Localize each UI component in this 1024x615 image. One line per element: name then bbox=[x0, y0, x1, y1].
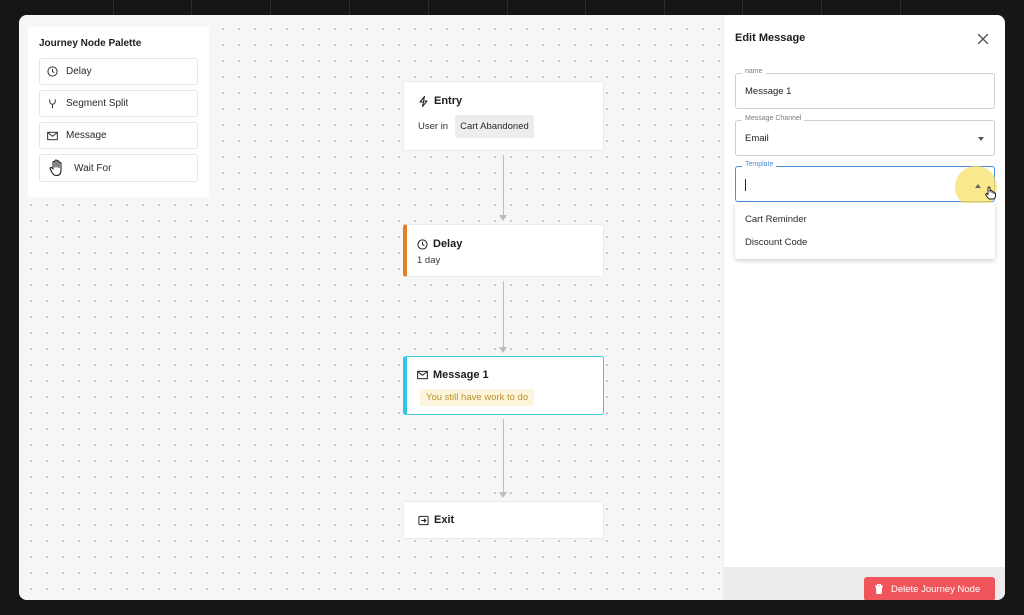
channel-field-value: Email bbox=[745, 133, 769, 144]
top-grid bbox=[0, 0, 1024, 15]
text-cursor bbox=[745, 179, 746, 191]
palette-item-delay[interactable]: Delay bbox=[39, 58, 198, 85]
close-icon bbox=[977, 33, 989, 45]
exit-node[interactable]: Exit bbox=[403, 501, 604, 539]
template-option[interactable]: Discount Code bbox=[745, 237, 807, 248]
arrow-head bbox=[499, 492, 507, 498]
delete-node-button[interactable]: Delete Journey Node bbox=[864, 577, 995, 600]
message-channel-select[interactable]: Message Channel Email bbox=[735, 115, 995, 156]
entry-node[interactable]: Entry User in Cart Abandoned bbox=[403, 81, 604, 151]
panel-footer: Delete Journey Node bbox=[724, 567, 1005, 600]
node-palette: Journey Node Palette Delay Segment Split… bbox=[28, 27, 209, 197]
palette-item-label: Wait For bbox=[74, 162, 112, 174]
journey-canvas[interactable]: Journey Node Palette Delay Segment Split… bbox=[19, 15, 723, 600]
edge-delay-message bbox=[503, 281, 504, 347]
template-field-label: Template bbox=[742, 161, 777, 168]
app-window: Journey Node Palette Delay Segment Split… bbox=[19, 15, 1005, 600]
panel-title: Edit Message bbox=[735, 32, 806, 44]
segment-chip: Cart Abandoned bbox=[455, 115, 534, 138]
template-option[interactable]: Cart Reminder bbox=[745, 214, 807, 225]
hand-icon bbox=[48, 159, 64, 177]
mail-icon bbox=[417, 370, 428, 381]
arrow-head bbox=[499, 347, 507, 353]
lightning-icon bbox=[418, 95, 429, 107]
exit-icon bbox=[418, 515, 429, 526]
node-title: Exit bbox=[434, 514, 455, 526]
clock-icon bbox=[46, 66, 58, 78]
warning-badge: You still have work to do bbox=[420, 389, 535, 406]
delay-node[interactable]: Delay 1 day bbox=[403, 224, 604, 277]
palette-item-wait-for[interactable]: Wait For bbox=[39, 154, 198, 182]
node-title: Message 1 bbox=[433, 369, 489, 381]
close-button[interactable] bbox=[976, 32, 990, 46]
mail-icon bbox=[46, 130, 58, 142]
channel-field-label: Message Channel bbox=[742, 115, 805, 122]
palette-item-label: Message bbox=[66, 130, 107, 141]
message-node[interactable]: Message 1 You still have work to do bbox=[403, 356, 604, 415]
name-field-value: Message 1 bbox=[745, 86, 792, 97]
edit-panel: Edit Message name Message 1 Message Chan… bbox=[723, 15, 1005, 600]
entry-prefix: User in bbox=[418, 121, 449, 132]
edge-entry-delay bbox=[503, 155, 504, 217]
chevron-down-icon bbox=[978, 137, 984, 141]
palette-title: Journey Node Palette bbox=[39, 38, 142, 49]
name-field[interactable]: name Message 1 bbox=[735, 68, 995, 109]
palette-item-label: Delay bbox=[66, 66, 92, 77]
template-dropdown: Cart Reminder Discount Code bbox=[735, 203, 995, 259]
fork-icon bbox=[46, 98, 58, 110]
node-title: Entry bbox=[434, 95, 463, 107]
edge-message-exit bbox=[503, 419, 504, 493]
delay-value: 1 day bbox=[417, 255, 441, 266]
palette-item-message[interactable]: Message bbox=[39, 122, 198, 149]
trash-icon bbox=[874, 583, 884, 595]
arrow-head bbox=[499, 215, 507, 221]
delete-label: Delete Journey Node bbox=[891, 583, 981, 595]
name-field-label: name bbox=[742, 68, 766, 75]
palette-item-segment-split[interactable]: Segment Split bbox=[39, 90, 198, 117]
clock-icon bbox=[417, 238, 428, 250]
chevron-up-icon[interactable] bbox=[975, 184, 981, 188]
node-title: Delay bbox=[433, 238, 463, 250]
palette-item-label: Segment Split bbox=[66, 98, 129, 109]
